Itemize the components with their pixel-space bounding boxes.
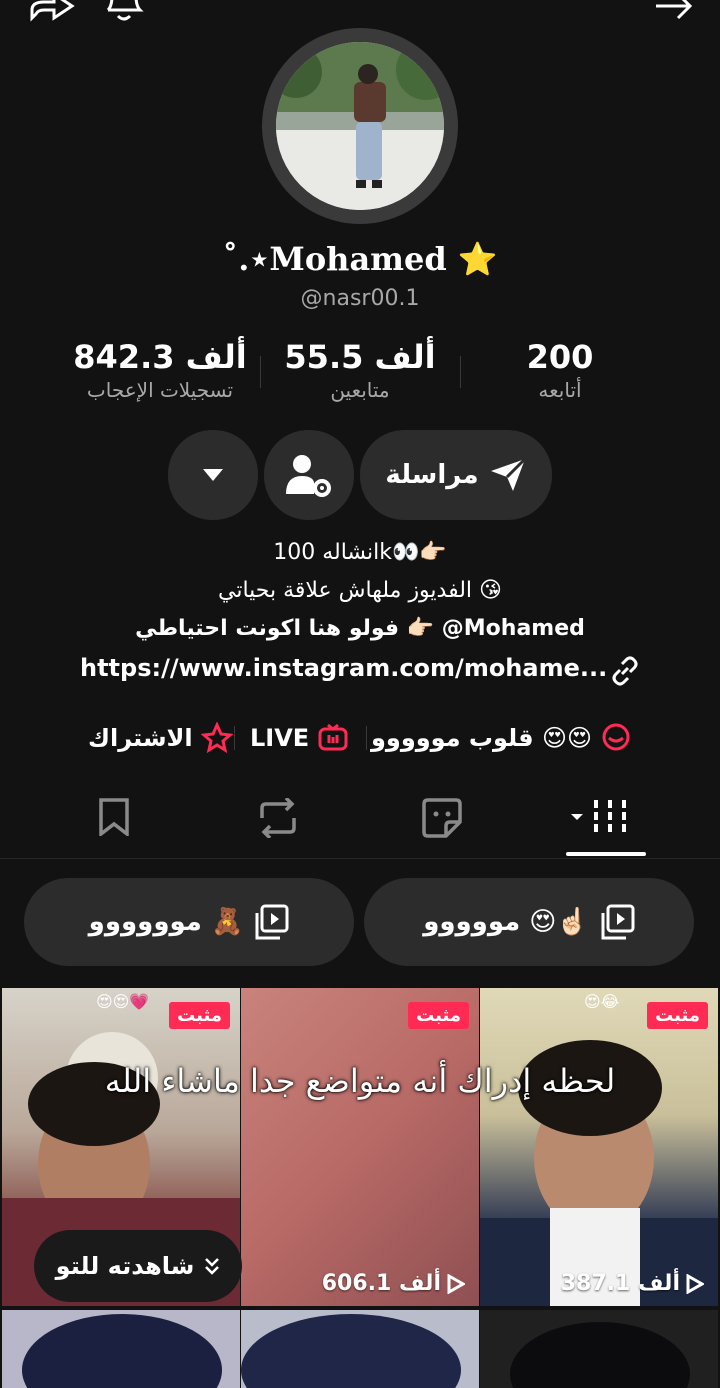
- view-count-text: 606.1 ألف: [321, 1271, 441, 1296]
- link-icon: [612, 656, 638, 686]
- watched-recently-button[interactable]: شاهدته للتو: [34, 1230, 242, 1302]
- user-gear-icon: [286, 455, 331, 497]
- subscribe-tag[interactable]: الاشتراك: [88, 718, 233, 758]
- playlist-card[interactable]: مووووو 😍☝🏻: [364, 878, 694, 966]
- hearts-tag-label: قلوب مووووو 😍😍: [370, 724, 592, 752]
- tab-bookmark-icon[interactable]: [98, 798, 130, 836]
- subscribe-tag-label: الاشتراك: [88, 724, 193, 752]
- bio-link-text: https://www.instagram.com/mohame...: [80, 654, 608, 682]
- hearts-tag[interactable]: قلوب مووووو 😍😍: [371, 718, 632, 758]
- emoji-sticker: 😍😂: [584, 992, 620, 1011]
- playlist-icon: [601, 904, 635, 940]
- avatar-photo: [276, 42, 444, 210]
- followers-label: متابعين: [330, 378, 390, 402]
- view-count: 606.1 ألف: [322, 1271, 465, 1296]
- pinned-badge: مثبت: [408, 1002, 469, 1029]
- stat-likes[interactable]: 842.3 ألف تسجيلات الإعجاب: [50, 338, 270, 402]
- stat-following[interactable]: 200 أتابعه: [450, 338, 670, 402]
- message-label: مراسلة: [385, 460, 479, 490]
- tab-sticker-icon[interactable]: [422, 798, 462, 838]
- play-icon: [447, 1273, 465, 1294]
- pinned-badge: مثبت: [647, 1002, 708, 1029]
- profile-handle: @nasr00.1: [300, 286, 420, 311]
- tab-videos-grid-icon[interactable]: [568, 798, 630, 838]
- video-tile[interactable]: [480, 1310, 718, 1388]
- user-settings-button[interactable]: [264, 430, 354, 520]
- tv-icon: [318, 723, 348, 751]
- view-count-text: 387.1 ألف: [560, 1271, 680, 1296]
- bio-line: الفديوز ملهاش علاقة بحياتي 😘: [218, 578, 502, 603]
- bell-icon[interactable]: [102, 0, 146, 22]
- message-button[interactable]: مراسلة: [360, 430, 552, 520]
- profile-avatar[interactable]: [262, 28, 458, 224]
- content-tabs: [0, 780, 720, 859]
- video-tile[interactable]: مثبت 😍😂 387.1 ألف: [480, 988, 718, 1306]
- video-caption-overlay: لحظه إدراك أنه متواضع جدا ماشاء الله: [104, 1062, 616, 1100]
- stat-followers[interactable]: 55.5 ألف متابعين: [250, 338, 470, 402]
- playlist-card[interactable]: موووووو 🧸: [24, 878, 354, 966]
- tag-divider: [366, 726, 367, 750]
- more-dropdown-button[interactable]: [168, 430, 258, 520]
- playlist-icon: [255, 904, 289, 940]
- pinned-badge: مثبت: [169, 1002, 230, 1029]
- following-label: أتابعه: [538, 378, 582, 402]
- video-tile[interactable]: [241, 1310, 479, 1388]
- chat-bubble-icon: [602, 723, 630, 751]
- playlist-label: موووووو 🧸: [88, 907, 244, 937]
- likes-count: 842.3 ألف: [73, 338, 247, 376]
- forward-share-icon[interactable]: [652, 0, 696, 22]
- view-count: 387.1 ألف: [561, 1271, 704, 1296]
- tab-repost-icon[interactable]: [256, 798, 300, 838]
- live-tag-label: LIVE: [250, 724, 310, 752]
- likes-label: تسجيلات الإعجاب: [86, 378, 234, 402]
- caret-down-icon: [203, 469, 223, 481]
- bio-line: فولو هنا اكونت احتياطي 👉🏻 @Mohamed: [135, 616, 585, 641]
- send-icon: [490, 457, 526, 491]
- active-tab-indicator: [566, 852, 646, 856]
- bio-link[interactable]: https://www.instagram.com/mohame...: [80, 654, 638, 686]
- share-icon[interactable]: [28, 0, 76, 22]
- play-icon: [686, 1273, 704, 1294]
- live-tag[interactable]: LIVE: [250, 718, 349, 758]
- double-chevron-down-icon: [205, 1258, 220, 1275]
- followers-count: 55.5 ألف: [284, 338, 436, 376]
- star-rocket-icon: [200, 722, 233, 754]
- profile-name: ˚.⋆Mohamed ⭐: [222, 240, 498, 278]
- watched-label: شاهدته للتو: [55, 1252, 195, 1280]
- emoji-sticker: 😍😍💗: [96, 992, 150, 1011]
- bio-line: انشاله 100k👀👉🏻: [273, 540, 447, 565]
- playlist-label: مووووو 😍☝🏻: [423, 907, 589, 937]
- following-count: 200: [526, 338, 594, 376]
- video-tile[interactable]: [2, 1310, 240, 1388]
- video-tile[interactable]: مثبت 606.1 ألف: [241, 988, 479, 1306]
- tag-divider: [234, 726, 235, 750]
